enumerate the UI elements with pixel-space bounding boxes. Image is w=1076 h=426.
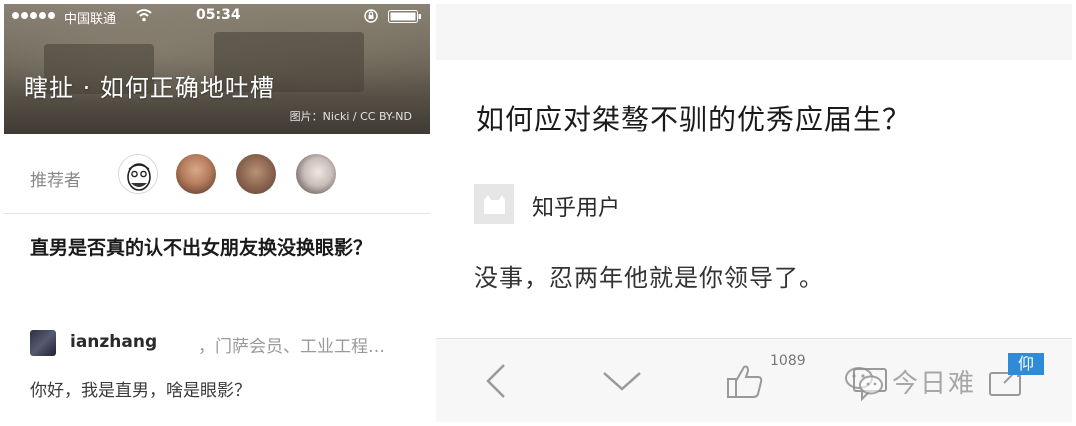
status-bar: 中国联通 05:34	[4, 4, 430, 28]
battery-icon	[388, 10, 421, 23]
hero-banner[interactable]: 中国联通 05:34 瞎扯 · 如何正确地吐槽 图片：Nicki / CC BY…	[4, 4, 430, 134]
header-strip	[436, 4, 1072, 60]
answer-detail-panel: 如何应对桀骜不驯的优秀应届生？ 知乎用户 没事，忍两年他就是你领导了。 1089	[436, 4, 1072, 422]
author-bio: ，门萨会员、工业工程…	[198, 337, 385, 357]
avatar[interactable]	[236, 154, 276, 194]
carrier-label: 中国联通	[64, 12, 117, 27]
recommenders-label: 推荐者	[30, 171, 81, 191]
answer-text: 没事，忍两年他就是你领导了。	[474, 264, 824, 292]
recommenders-row: 推荐者	[4, 134, 430, 214]
left-feed-panel: 中国联通 05:34 瞎扯 · 如何正确地吐槽 图片：Nicki / CC BY…	[4, 4, 430, 422]
lock-icon	[364, 9, 378, 23]
answer-author-name[interactable]: 知乎用户	[532, 190, 620, 222]
signal-dots-icon	[12, 12, 55, 19]
avatar[interactable]	[296, 154, 336, 194]
wechat-icon	[845, 367, 883, 395]
down-chevron-icon[interactable]	[600, 359, 644, 403]
author-row[interactable]: ianzhang ，门萨会员、工业工程…	[30, 330, 430, 357]
hero-title: 瞎扯 · 如何正确地吐槽	[24, 74, 275, 102]
wifi-icon	[136, 9, 152, 22]
author-name[interactable]: ianzhang	[70, 332, 157, 352]
answer-excerpt[interactable]: 你好，我是直男，啥是眼影？	[30, 376, 251, 401]
clock: 05:34	[196, 7, 241, 23]
watermark-tag: 仰	[1008, 353, 1044, 375]
bottom-toolbar: 1089 今日难 仰	[436, 338, 1072, 422]
thumbs-up-icon[interactable]	[724, 359, 768, 403]
question-title[interactable]: 直男是否真的认不出女朋友换没换眼影？	[30, 232, 406, 265]
avatar[interactable]	[474, 184, 514, 224]
question-title[interactable]: 如何应对桀骜不驯的优秀应届生？	[476, 98, 911, 138]
like-count: 1089	[770, 353, 806, 369]
avatar[interactable]	[176, 154, 216, 194]
watermark: 今日难	[844, 357, 976, 405]
avatar[interactable]	[118, 154, 158, 194]
back-chevron-icon[interactable]	[476, 359, 520, 403]
avatar[interactable]	[30, 330, 56, 356]
hero-image-credit: 图片：Nicki / CC BY-ND	[289, 110, 412, 123]
watermark-text: 今日难	[892, 368, 977, 399]
